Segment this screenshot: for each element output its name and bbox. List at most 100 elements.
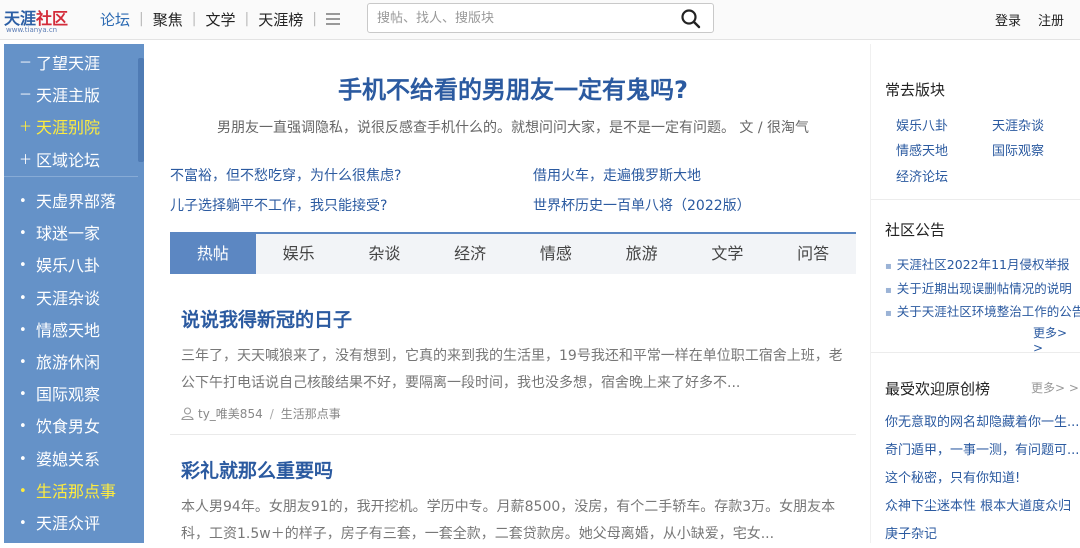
register-link[interactable]: 注册 [1038, 10, 1064, 29]
sidebar-item-label: 情感天地 [36, 320, 101, 340]
notice-text: 关于天涯社区环境整治工作的公告 [896, 304, 1080, 319]
notice-text: 天涯社区2022年11月侵权举报 [896, 257, 1070, 272]
sidebar-item-label: 了望天涯 [36, 54, 101, 73]
post-meta: ty_唯美854 / 生活那点事 [181, 405, 341, 422]
logo-url: www.tianya.cn [6, 26, 58, 34]
popular-more-link[interactable]: 更多> > [1031, 379, 1079, 396]
sidebar-item-label: 娱乐八卦 [36, 256, 101, 276]
sidebar-item-bieyuan[interactable]: ＋天涯别院 [4, 112, 138, 144]
nav-item-forum[interactable]: 论坛 [100, 9, 130, 30]
search-input[interactable] [368, 4, 668, 32]
tab-entertainment[interactable]: 娱乐 [256, 234, 342, 274]
sidebar-item-label: 国际观察 [36, 385, 101, 405]
sidebar-item-board[interactable]: • 饮食男女 [4, 411, 138, 443]
post-title[interactable]: 说说我得新冠的日子 [181, 305, 352, 332]
sidebar-item-main-board[interactable]: －天涯主版 [4, 80, 138, 112]
post-title[interactable]: 彩礼就那么重要吗 [181, 456, 333, 483]
popular-item[interactable]: 你无意取的网名却隐藏着你一生... [885, 411, 1080, 430]
bullet-icon: • [19, 354, 27, 370]
tab-qa[interactable]: 问答 [770, 234, 856, 274]
tab-economy[interactable]: 经济 [427, 234, 513, 274]
notice-text: 关于近期出现误删帖情况的说明 [896, 281, 1072, 296]
sidebar-item-board[interactable]: • 球迷一家 [4, 218, 138, 250]
post-divider [170, 434, 856, 435]
popular-item[interactable]: 这个秘密，只有你知道! [885, 467, 1080, 486]
sidebar-item-label: 天虚界部落 [36, 192, 117, 211]
nav-item-literature[interactable]: 文学 [205, 9, 235, 30]
sidebar-item-label: 旅游休闲 [36, 352, 101, 372]
sidebar-scrollbar[interactable] [138, 58, 144, 162]
tab-emotion[interactable]: 情感 [513, 234, 599, 274]
tab-literature[interactable]: 文学 [685, 234, 771, 274]
nav-separator: | [312, 11, 317, 27]
popular-item[interactable]: 奇门遁甲，一事一测，有问题可... [885, 439, 1080, 458]
nav-separator: | [244, 11, 250, 27]
tianya-logo[interactable]: 天涯社区 www.tianya.cn [4, 5, 80, 35]
bullet-icon: • [19, 451, 27, 467]
bullet-icon: • [19, 322, 27, 338]
notice-item[interactable]: ▪ 关于近期出现误删帖情况的说明 [885, 278, 1080, 297]
bullet-icon: ▪ [885, 308, 892, 319]
frequent-board-link[interactable]: 情感天地 [896, 140, 948, 159]
quick-link[interactable]: 不富裕，但不愁吃穿，为什么很焦虑? [170, 165, 401, 185]
nav-item-focus[interactable]: 聚焦 [153, 9, 183, 30]
section-divider [871, 199, 1080, 200]
bullet-icon: • [19, 290, 27, 306]
post-excerpt[interactable]: 本人男94年。女朋友91的，我开挖机。学历中专。月薪8500，没房，有个二手轿车… [181, 494, 846, 548]
sidebar-item-label: 天涯杂谈 [36, 288, 101, 308]
frequent-board-link[interactable]: 国际观察 [992, 140, 1044, 159]
notice-item[interactable]: ▪ 关于天涯社区环境整治工作的公告 [885, 301, 1080, 320]
frequent-board-link[interactable]: 经济论坛 [896, 166, 948, 185]
frequent-board-link[interactable]: 天涯杂谈 [992, 115, 1044, 134]
post-excerpt[interactable]: 三年了，天天喊狼来了，没有想到，它真的来到我的生活里，19号我还和平常一样在单位… [181, 343, 846, 397]
sidebar-item-board[interactable]: • 婆媳关系 [4, 444, 138, 476]
bullet-icon: • [19, 419, 27, 435]
sidebar-item-board[interactable]: • 天涯杂谈 [4, 283, 138, 315]
popular-item[interactable]: 众神下尘迷本性 根本大道度众归 [885, 495, 1080, 514]
sidebar-item-board[interactable]: • 国际观察 [4, 379, 138, 411]
user-icon [181, 407, 194, 420]
tab-travel[interactable]: 旅游 [599, 234, 685, 274]
popular-item[interactable]: 庚子杂记 [885, 523, 1080, 542]
category-tabs: 热帖 娱乐 杂谈 经济 情感 旅游 文学 问答 [170, 232, 856, 274]
quick-link[interactable]: 借用火车，走遍俄罗斯大地 [533, 165, 701, 185]
sidebar-item-board[interactable]: • 娱乐八卦 [4, 250, 138, 282]
sidebar-item-board-active[interactable]: • 生活那点事 [4, 476, 138, 508]
sidebar: －了望天涯 －天涯主版 ＋天涯别院 ＋区域论坛 • 天虚界部落 • 球迷一家 • 娱乐… [4, 44, 144, 543]
quick-link[interactable]: 世界杯历史一百单八将（2022版） [533, 195, 751, 215]
auth-links: 登录 注册 [995, 10, 1064, 29]
popular-heading: 最受欢迎原创榜 [885, 380, 991, 398]
sidebar-item-label: 天涯主版 [36, 86, 101, 106]
section-divider [871, 352, 1080, 353]
quick-link[interactable]: 儿子选择躺平不工作，我只能接受? [170, 195, 387, 215]
bullet-icon: ▪ [885, 261, 892, 272]
sidebar-divider [4, 176, 138, 177]
post-board[interactable]: 生活那点事 [281, 405, 341, 422]
sidebar-item-board[interactable]: • 天涯众评 [4, 508, 138, 540]
notice-item[interactable]: ▪ 天涯社区2022年11月侵权举报 [885, 254, 1080, 273]
tab-misc[interactable]: 杂谈 [342, 234, 428, 274]
frequent-board-link[interactable]: 娱乐八卦 [896, 115, 948, 134]
login-link[interactable]: 登录 [995, 10, 1021, 29]
bullet-icon: • [19, 515, 27, 531]
sidebar-item-board[interactable]: • 旅游休闲 [4, 347, 138, 379]
sidebar-item-label: 饮食男女 [36, 417, 101, 437]
sidebar-item-board[interactable]: • 情感天地 [4, 315, 138, 347]
post-author[interactable]: ty_唯美854 [198, 405, 263, 422]
sidebar-item-regional[interactable]: ＋区域论坛 [4, 145, 138, 177]
sidebar-item-label: 生活那点事 [36, 481, 117, 501]
bullet-icon: • [19, 194, 27, 209]
bullet-icon: • [19, 258, 27, 274]
headline-link[interactable]: 手机不给看的男朋友一定有鬼吗? [170, 70, 856, 105]
notices-more-link[interactable]: 更多> > [1033, 324, 1080, 355]
sidebar-item-board[interactable]: • 天虚界部落 [4, 186, 138, 218]
nav-item-ranking[interactable]: 天涯榜 [258, 9, 303, 30]
sidebar-item-liaowang[interactable]: －了望天涯 [4, 48, 138, 80]
expand-icon: ＋ [19, 152, 33, 168]
meta-separator: / [269, 406, 274, 421]
tab-hot[interactable]: 热帖 [170, 234, 256, 274]
search-icon[interactable] [681, 9, 701, 29]
nav-separator: | [191, 11, 197, 27]
hamburger-icon[interactable] [325, 13, 342, 25]
sidebar-item-label: 天涯众评 [36, 513, 101, 533]
